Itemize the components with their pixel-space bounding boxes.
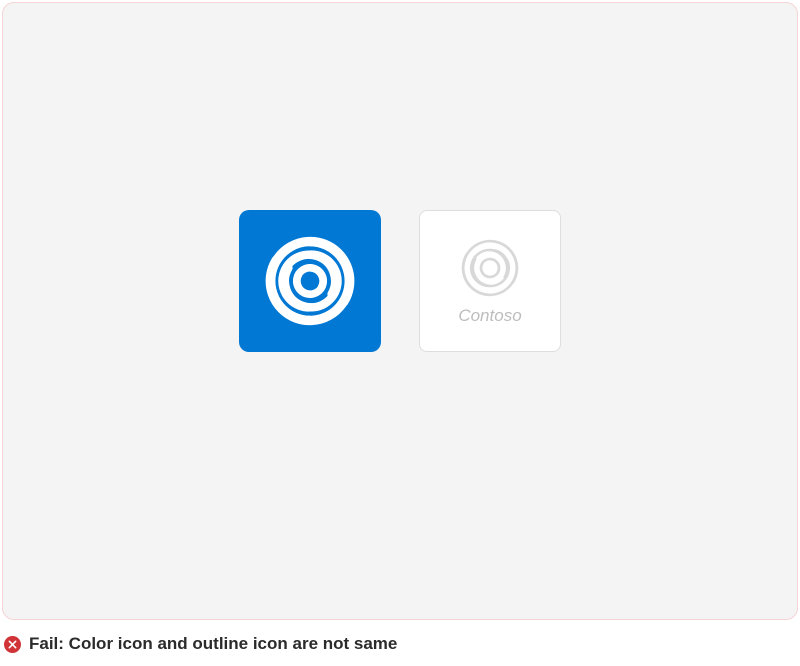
outline-tile-label: Contoso <box>458 306 521 326</box>
color-icon-tile <box>239 210 381 352</box>
swirl-outline-icon <box>458 236 522 300</box>
status-text: Fail: Color icon and outline icon are no… <box>29 634 397 654</box>
icon-container: Contoso <box>239 210 561 352</box>
swirl-color-icon <box>263 234 357 328</box>
outline-icon-tile: Contoso <box>419 210 561 352</box>
status-row: Fail: Color icon and outline icon are no… <box>4 634 397 654</box>
example-frame: Contoso <box>2 2 798 620</box>
fail-icon <box>4 636 21 653</box>
